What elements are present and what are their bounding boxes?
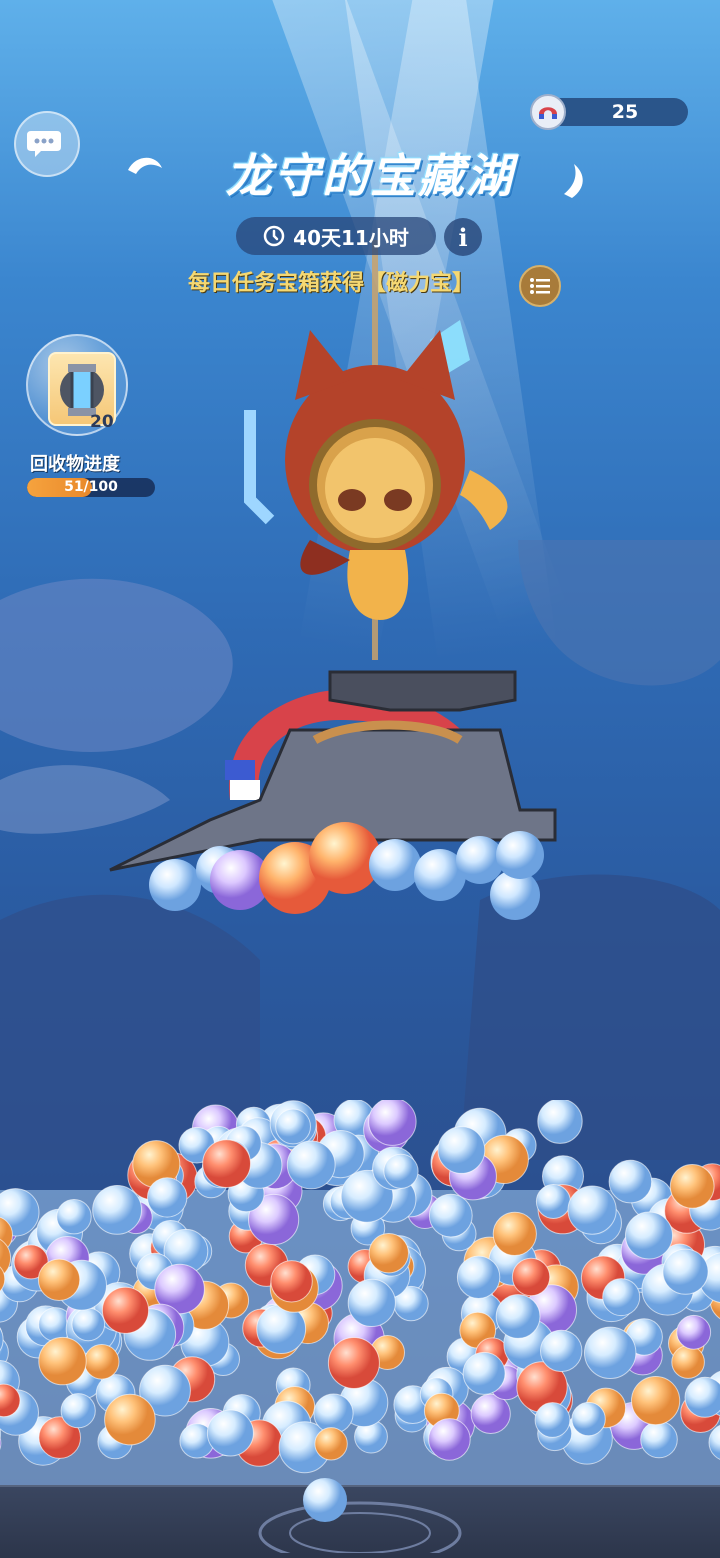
pile-bubble [462,1351,506,1395]
pile-bubble [71,1307,106,1342]
progress-text: 51/100 [64,479,118,495]
list-icon [530,278,550,294]
pile-bubble [540,1329,583,1373]
pile-bubble [567,1185,617,1235]
pile-bubble [669,1164,715,1209]
pile-bubble [671,1345,705,1379]
pile-bubble [92,1185,142,1235]
pile-bubble [631,1376,681,1426]
pile-bubble [368,1100,417,1146]
chat-icon [27,131,61,157]
clock-icon [263,225,285,247]
bottom-bar [0,1478,720,1558]
pile-bubble [535,1184,571,1219]
pile-bubble [104,1393,156,1446]
pile-bubble [428,1418,471,1461]
magnet-count: 25 [611,101,639,123]
pile-bubble [347,1278,396,1327]
pile-bubble [534,1402,571,1438]
emblem-icon [258,1501,462,1553]
info-button[interactable]: i [444,218,482,256]
pile-bubble [537,1100,583,1144]
recycle-progress-bar: 51/100 [27,478,155,497]
chat-button[interactable] [14,111,80,177]
pile-bubble [470,1393,511,1434]
pile-bubble [206,1409,254,1457]
countdown-timer: 40天11小时 [236,217,436,255]
pile-bubble [684,1376,720,1418]
pile-bubble [608,1159,653,1204]
pile-bubble [327,1337,380,1389]
pile-bubble [437,1126,486,1174]
pile-bubble [314,1427,348,1461]
pile-bubble [147,1177,188,1218]
bubble-icon [303,1478,347,1522]
pile-bubble [368,1233,409,1274]
event-title: 龙守的宝藏湖 [226,149,514,203]
pile-bubble [495,1294,541,1339]
pile-bubble [38,1336,87,1386]
pile-bubble [625,1211,673,1260]
task-list-button[interactable] [519,265,561,307]
recycle-progress-label: 回收物进度 [30,454,120,475]
recycle-item-button[interactable]: 20 [26,334,154,444]
pile-bubble [602,1278,641,1317]
pile-bubble [83,1343,120,1380]
pile-bubble [202,1139,252,1188]
pile-bubble [60,1393,96,1429]
pile-bubble [584,1326,637,1380]
pile-bubble [101,1286,150,1334]
magnet-counter: 25 [530,94,688,130]
pile-bubble [456,1255,501,1300]
bubble-pile [0,1100,720,1500]
pile-bubble [428,1193,473,1238]
pile-bubble [56,1199,92,1235]
pile-bubble [511,1257,551,1297]
pile-bubble [571,1401,606,1437]
pile-bubble [270,1260,313,1303]
held-bubbles [149,822,544,920]
pile-bubble [286,1140,336,1190]
pile-bubble [492,1211,537,1256]
pile-bubble [275,1108,312,1145]
pile-bubble [383,1153,419,1189]
pile-bubble [640,1420,678,1459]
wave-ornament-icon [564,164,583,198]
pile-bubble [676,1314,712,1350]
pile-bubble [662,1248,709,1295]
daily-task-text: 每日任务宝箱获得【磁力宝】 [187,271,474,296]
diver-cat-character [244,320,508,620]
timer-text: 40天11小时 [293,225,409,250]
item-count: 20 [90,412,114,432]
magnet-icon [530,94,566,130]
pile-bubble [37,1258,81,1302]
